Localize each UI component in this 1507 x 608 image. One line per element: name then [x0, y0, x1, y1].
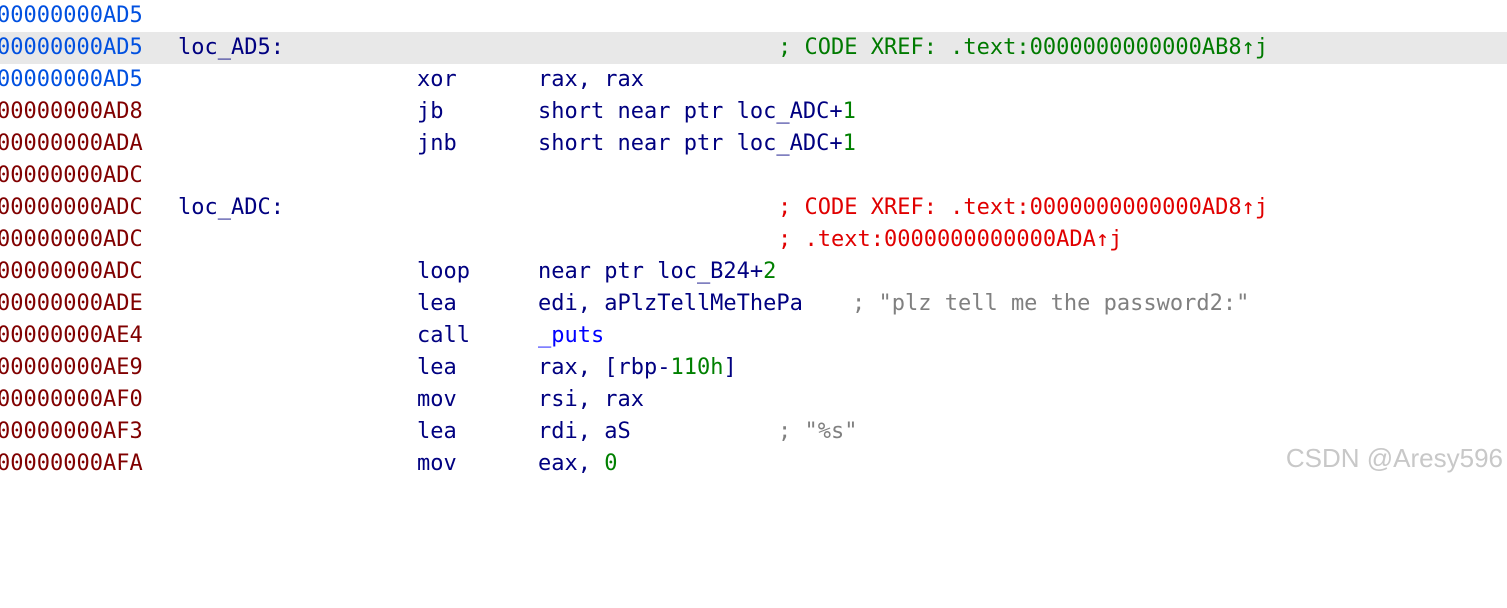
- listing-line[interactable]: 00000000ADC loop near ptr loc_B24+2: [0, 256, 1507, 288]
- line-address: 00000000AD5: [0, 3, 143, 28]
- listing-line[interactable]: 00000000AF3 lea rdi, aS ; "%s": [0, 416, 1507, 448]
- line-address: 00000000ADC: [0, 163, 143, 188]
- listing-line[interactable]: 00000000AD8 jb short near ptr loc_ADC+1: [0, 96, 1507, 128]
- operands[interactable]: near ptr loc_B24+2: [538, 256, 776, 288]
- operand-number: 1: [842, 99, 856, 124]
- listing-line[interactable]: 00000000AE4 call _puts: [0, 320, 1507, 352]
- mnemonic: xor: [417, 67, 457, 92]
- listing-line[interactable]: 00000000AFA mov eax, 0: [0, 448, 1507, 480]
- listing-line-highlighted[interactable]: 00000000AD5 loc_AD5: ; CODE XREF: .text:…: [0, 32, 1507, 64]
- operands[interactable]: short near ptr loc_ADC+1: [538, 128, 856, 160]
- code-label[interactable]: loc_AD5:: [178, 32, 284, 64]
- listing-line[interactable]: 00000000AF0 mov rsi, rax: [0, 384, 1507, 416]
- operands: rsi, rax: [538, 387, 644, 412]
- operand-text: eax,: [538, 451, 605, 476]
- operand-number: 2: [763, 259, 777, 284]
- mnemonic: jnb: [417, 131, 457, 156]
- operands: rax, [rbp-110h]: [538, 352, 737, 384]
- mnemonic: lea: [417, 419, 457, 444]
- operands[interactable]: rdi, aS: [538, 416, 631, 448]
- mnemonic: mov: [417, 387, 457, 412]
- operand-text[interactable]: short near ptr loc_ADC+: [538, 131, 843, 156]
- listing-line[interactable]: 00000000ADC loc_ADC: ; CODE XREF: .text:…: [0, 192, 1507, 224]
- listing-line[interactable]: 00000000AD5: [0, 0, 1507, 32]
- listing-line[interactable]: 00000000AD5 xor rax, rax: [0, 64, 1507, 96]
- string-comment: ; "%s": [778, 419, 858, 444]
- mnemonic: mov: [417, 451, 457, 476]
- operands[interactable]: edi, aPlzTellMeThePa: [538, 288, 803, 320]
- operand-text[interactable]: short near ptr loc_ADC+: [538, 99, 843, 124]
- line-address: 00000000ADC: [0, 259, 143, 284]
- mnemonic: jb: [417, 99, 444, 124]
- listing-line[interactable]: 00000000ADA jnb short near ptr loc_ADC+1: [0, 128, 1507, 160]
- mnemonic: lea: [417, 291, 457, 316]
- operands: rax, rax: [538, 67, 644, 92]
- operand-number: 1: [842, 131, 856, 156]
- operands: eax, 0: [538, 448, 617, 480]
- mnemonic: call: [417, 323, 470, 348]
- line-address: 00000000ADA: [0, 131, 143, 156]
- disassembly-listing[interactable]: 00000000AD5 00000000AD5 loc_AD5: ; CODE …: [0, 0, 1507, 480]
- mnemonic: lea: [417, 355, 457, 380]
- listing-line[interactable]: 00000000ADC: [0, 160, 1507, 192]
- line-address: 00000000AD5: [0, 67, 143, 92]
- xref-comment[interactable]: ; CODE XREF: .text:0000000000000AD8↑j: [778, 192, 1268, 224]
- line-address: 00000000ADE: [0, 291, 143, 316]
- line-address: 00000000ADC: [0, 195, 143, 220]
- listing-line[interactable]: 00000000ADC ; .text:0000000000000ADA↑j: [0, 224, 1507, 256]
- xref-comment[interactable]: ; .text:0000000000000ADA↑j: [778, 224, 1122, 256]
- operand-text-end: ]: [723, 355, 737, 380]
- operand-number: 110h: [670, 355, 724, 380]
- operands[interactable]: short near ptr loc_ADC+1: [538, 96, 856, 128]
- line-address: 00000000AF3: [0, 419, 143, 444]
- code-label[interactable]: loc_ADC:: [178, 192, 284, 224]
- mnemonic: loop: [417, 259, 470, 284]
- function-reference[interactable]: _puts: [538, 320, 604, 352]
- string-comment: ; "plz tell me the password2:": [852, 291, 1250, 316]
- watermark-text: CSDN @Aresy596: [1285, 443, 1503, 473]
- operand-text[interactable]: near ptr loc_B24+: [538, 259, 763, 284]
- listing-line[interactable]: 00000000AE9 lea rax, [rbp-110h]: [0, 352, 1507, 384]
- line-address: 00000000AE4: [0, 323, 143, 348]
- operand-number: 0: [604, 451, 618, 476]
- line-address: 00000000AD5: [0, 35, 143, 60]
- operand-text: rax, [rbp-: [538, 355, 671, 380]
- line-address: 00000000AF0: [0, 387, 143, 412]
- line-address: 00000000ADC: [0, 227, 143, 252]
- line-address: 00000000AD8: [0, 99, 143, 124]
- listing-line[interactable]: 00000000ADE lea edi, aPlzTellMeThePa ; "…: [0, 288, 1507, 320]
- xref-comment[interactable]: ; CODE XREF: .text:0000000000000AB8↑j: [778, 32, 1268, 64]
- line-address: 00000000AE9: [0, 355, 143, 380]
- line-address: 00000000AFA: [0, 451, 143, 476]
